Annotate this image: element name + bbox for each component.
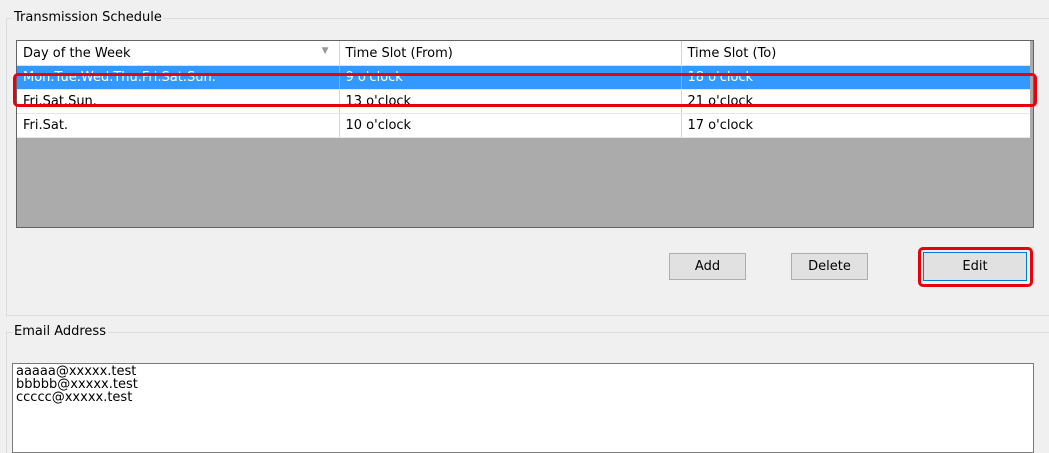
table-row[interactable]: Fri.Sat.Sun. 13 o'clock 21 o'clock	[17, 89, 1030, 114]
table-row[interactable]: Fri.Sat. 10 o'clock 17 o'clock	[17, 113, 1030, 138]
column-header-from[interactable]: Time Slot (From)	[339, 41, 682, 66]
delete-button[interactable]: Delete	[791, 253, 868, 280]
table-row[interactable]: Mon.Tue.Wed.Thu.Fri.Sat.Sun. 9 o'clock 1…	[17, 65, 1030, 90]
email-address-line: aaaaa@xxxxx.test	[16, 364, 137, 379]
cell-day: Mon.Tue.Wed.Thu.Fri.Sat.Sun.	[17, 65, 340, 90]
cell-day: Fri.Sat.Sun.	[17, 89, 340, 114]
column-header-day[interactable]: Day of the Week ▼	[17, 41, 340, 66]
transmission-schedule-title: Transmission Schedule	[12, 10, 164, 26]
add-button[interactable]: Add	[669, 253, 746, 280]
cell-to: 21 o'clock	[681, 89, 1030, 114]
cell-to: 17 o'clock	[681, 113, 1030, 138]
cell-from: 10 o'clock	[339, 113, 682, 138]
schedule-grid[interactable]: Day of the Week ▼ Time Slot (From) Time S…	[16, 40, 1034, 228]
column-header-to[interactable]: Time Slot (To)	[681, 41, 1030, 66]
cell-day: Fri.Sat.	[17, 113, 340, 138]
email-address-title: Email Address	[12, 324, 108, 340]
schedule-table: Day of the Week ▼ Time Slot (From) Time S…	[17, 41, 1030, 138]
sort-arrow-icon[interactable]: ▼	[322, 46, 329, 56]
cell-to: 18 o'clock	[681, 65, 1030, 90]
schedule-header-row: Day of the Week ▼ Time Slot (From) Time S…	[17, 41, 1030, 66]
email-address-line: bbbbb@xxxxx.test	[16, 377, 138, 392]
edit-button[interactable]: Edit	[923, 252, 1027, 281]
email-address-textarea[interactable]: aaaaa@xxxxx.test bbbbb@xxxxx.test ccccc@…	[12, 363, 1034, 453]
email-address-line: ccccc@xxxxx.test	[16, 390, 133, 405]
cell-from: 9 o'clock	[339, 65, 682, 90]
cell-from: 13 o'clock	[339, 89, 682, 114]
